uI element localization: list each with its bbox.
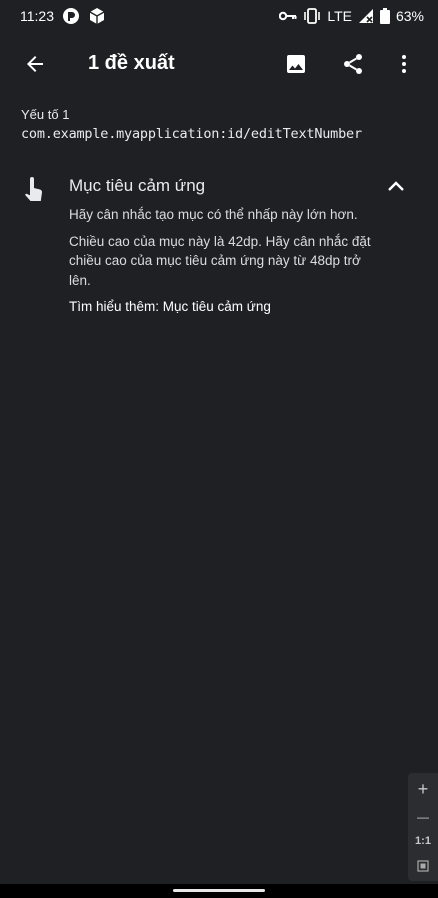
element-info: Yếu tố 1 com.example.myapplication:id/ed…: [21, 107, 438, 142]
page-title: 1 đề xuất: [88, 52, 175, 74]
zoom-out-button[interactable]: —: [417, 811, 429, 823]
zoom-in-button[interactable]: +: [418, 780, 429, 798]
fit-screen-icon: [417, 859, 429, 872]
touch-target-icon: [22, 176, 46, 209]
home-gesture-handle[interactable]: [173, 889, 265, 892]
battery-percent: 63%: [395, 8, 424, 24]
share-button[interactable]: [329, 40, 377, 88]
zoom-panel: + — 1:1: [408, 773, 438, 881]
learn-more-link[interactable]: Tìm hiểu thêm: Mục tiêu cảm ứng: [69, 297, 379, 317]
navigation-bar: [0, 884, 438, 898]
status-bar: 11:23 LTE 63%: [0, 0, 438, 32]
status-time: 11:23: [20, 8, 54, 24]
actual-size-button[interactable]: 1:1: [415, 835, 431, 847]
signal-icon: [358, 8, 374, 24]
element-resource-id: com.example.myapplication:id/editTextNum…: [21, 126, 362, 142]
battery-icon: [379, 8, 390, 24]
network-type: LTE: [327, 8, 352, 24]
vpn-key-icon: [279, 10, 297, 22]
suggestion-body: Hãy cân nhắc tạo mục có thể nhấp này lớn…: [69, 205, 379, 324]
back-button[interactable]: [11, 40, 59, 88]
notification-app-icon: [62, 7, 80, 25]
vibrate-icon: [303, 8, 321, 24]
status-left: 11:23: [20, 7, 106, 25]
back-arrow-icon: [27, 56, 43, 72]
fit-screen-button[interactable]: [417, 859, 429, 875]
collapse-button[interactable]: [372, 170, 420, 202]
app-bar: 1 đề xuất: [0, 32, 438, 96]
more-vert-icon: [402, 55, 406, 73]
more-options-button[interactable]: [380, 40, 428, 88]
element-label: Yếu tố 1: [21, 107, 70, 122]
status-right: LTE 63%: [279, 8, 424, 24]
suggestion-paragraph-1: Hãy cân nhắc tạo mục có thể nhấp này lớn…: [69, 207, 358, 222]
suggestion-paragraph-2: Chiều cao của mục này là 42dp. Hãy cân n…: [69, 233, 371, 288]
package-icon: [88, 7, 106, 25]
screenshot-button[interactable]: [272, 40, 320, 88]
chevron-up-icon: [388, 181, 404, 191]
suggestion-title: Mục tiêu cảm ứng: [69, 176, 206, 195]
image-icon: [287, 55, 305, 73]
share-icon: [344, 54, 362, 74]
